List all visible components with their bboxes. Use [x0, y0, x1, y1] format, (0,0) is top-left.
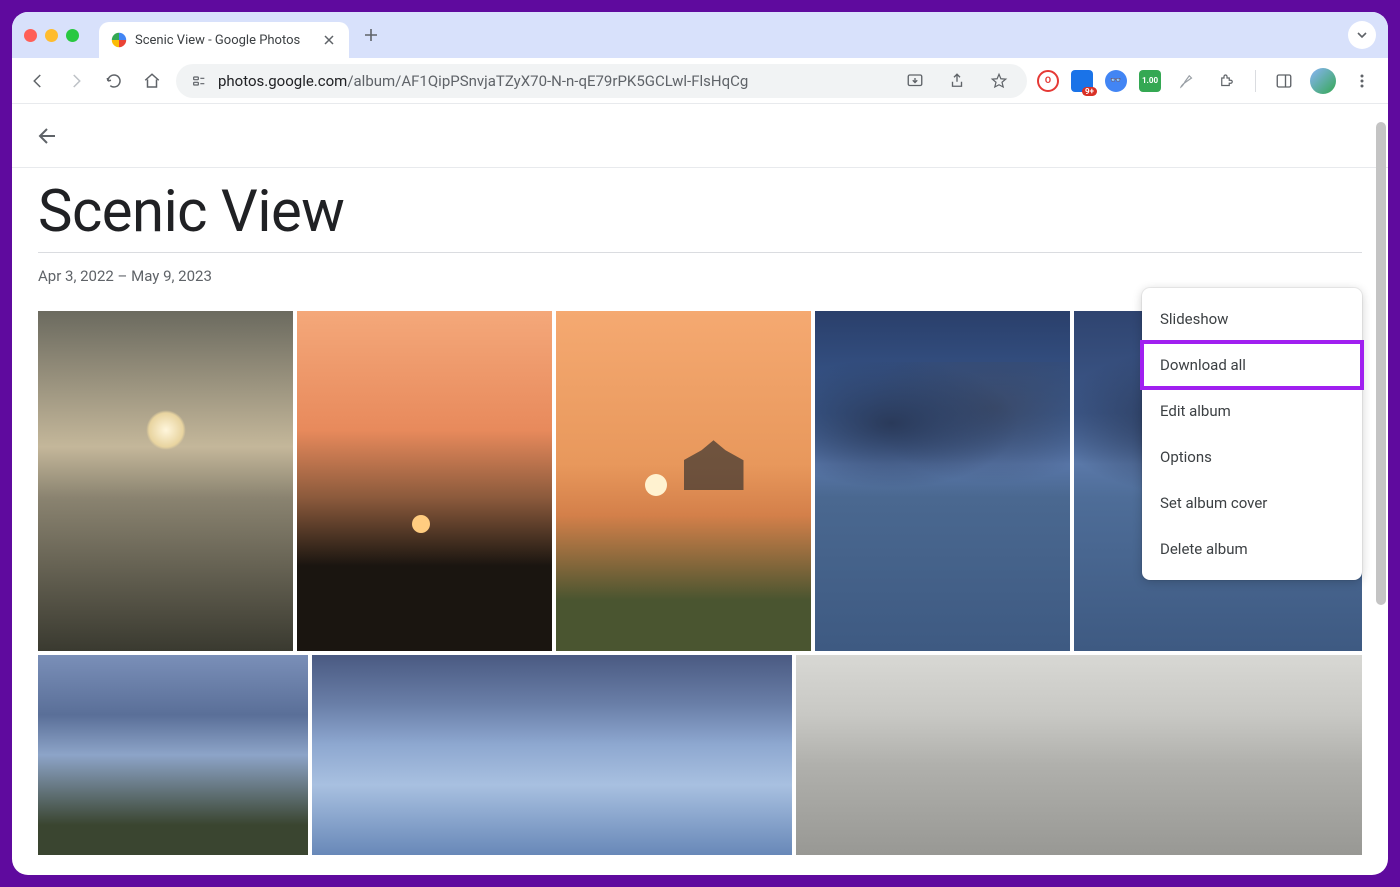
url-host: photos.google.com — [218, 72, 347, 90]
extensions-row: O 9+ 👓 1.00 — [1037, 67, 1376, 95]
photo-thumbnail[interactable] — [38, 655, 308, 855]
maximize-window-button[interactable] — [66, 29, 79, 42]
menu-slideshow[interactable]: Slideshow — [1142, 296, 1362, 342]
share-icon[interactable] — [943, 67, 971, 95]
side-panel-icon[interactable] — [1270, 67, 1298, 95]
scrollbar-track — [1376, 122, 1386, 865]
install-app-icon[interactable] — [901, 67, 929, 95]
title-underline — [38, 252, 1362, 253]
extension-green-icon[interactable]: 1.00 — [1139, 70, 1161, 92]
url-path: /album/AF1QipPSnvjaTZyX70-N-n-qE79rPK5GC… — [347, 72, 748, 90]
url-text: photos.google.com/album/AF1QipPSnvjaTZyX… — [218, 72, 748, 90]
browser-toolbar: photos.google.com/album/AF1QipPSnvjaTZyX… — [12, 58, 1388, 104]
new-tab-button[interactable] — [357, 21, 385, 49]
separator — [1255, 70, 1256, 92]
site-info-icon[interactable] — [190, 72, 208, 90]
photo-thumbnail[interactable] — [796, 655, 1362, 855]
extension-opera-icon[interactable]: O — [1037, 70, 1059, 92]
photo-thumbnail[interactable] — [297, 311, 552, 651]
menu-set-album-cover[interactable]: Set album cover — [1142, 480, 1362, 526]
photo-thumbnail[interactable] — [815, 311, 1070, 651]
menu-edit-album[interactable]: Edit album — [1142, 388, 1362, 434]
app-header — [12, 104, 1388, 168]
profile-avatar[interactable] — [1310, 68, 1336, 94]
reload-button[interactable] — [100, 67, 128, 95]
tab-close-button[interactable] — [321, 32, 337, 48]
bookmark-star-icon[interactable] — [985, 67, 1013, 95]
nav-back-button[interactable] — [24, 67, 52, 95]
menu-download-all[interactable]: Download all — [1142, 342, 1362, 388]
nav-forward-button[interactable] — [62, 67, 90, 95]
browser-window: Scenic View - Google Photos — [12, 12, 1388, 875]
tabs-dropdown-button[interactable] — [1348, 21, 1376, 49]
tab-strip: Scenic View - Google Photos — [12, 12, 1388, 58]
home-button[interactable] — [138, 67, 166, 95]
google-photos-favicon-icon — [111, 32, 127, 48]
extension-blue-icon[interactable]: 9+ — [1071, 70, 1093, 92]
photos-back-button[interactable] — [30, 118, 66, 154]
extension-badge: 9+ — [1082, 87, 1097, 96]
album-title: Scenic View — [38, 178, 1362, 252]
address-bar[interactable]: photos.google.com/album/AF1QipPSnvjaTZyX… — [176, 64, 1027, 98]
album-content: Scenic View Apr 3, 2022 – May 9, 2023 Sl… — [12, 168, 1388, 875]
menu-options[interactable]: Options — [1142, 434, 1362, 480]
browser-tab[interactable]: Scenic View - Google Photos — [99, 22, 349, 58]
photo-row-2 — [38, 655, 1362, 855]
photo-thumbnail[interactable] — [556, 311, 811, 651]
extensions-puzzle-icon[interactable] — [1213, 67, 1241, 95]
photo-thumbnail[interactable] — [38, 311, 293, 651]
album-options-menu: Slideshow Download all Edit album Option… — [1142, 288, 1362, 580]
photo-thumbnail[interactable] — [312, 655, 792, 855]
extension-brush-icon[interactable] — [1173, 67, 1201, 95]
tab-title: Scenic View - Google Photos — [135, 33, 300, 48]
minimize-window-button[interactable] — [45, 29, 58, 42]
chrome-menu-icon[interactable] — [1348, 67, 1376, 95]
extension-glasses-icon[interactable]: 👓 — [1105, 70, 1127, 92]
window-controls — [24, 29, 79, 42]
scrollbar-thumb[interactable] — [1376, 122, 1386, 605]
menu-delete-album[interactable]: Delete album — [1142, 526, 1362, 572]
album-date-range: Apr 3, 2022 – May 9, 2023 — [38, 267, 1362, 285]
extension-badge-green: 1.00 — [1142, 76, 1158, 85]
close-window-button[interactable] — [24, 29, 37, 42]
